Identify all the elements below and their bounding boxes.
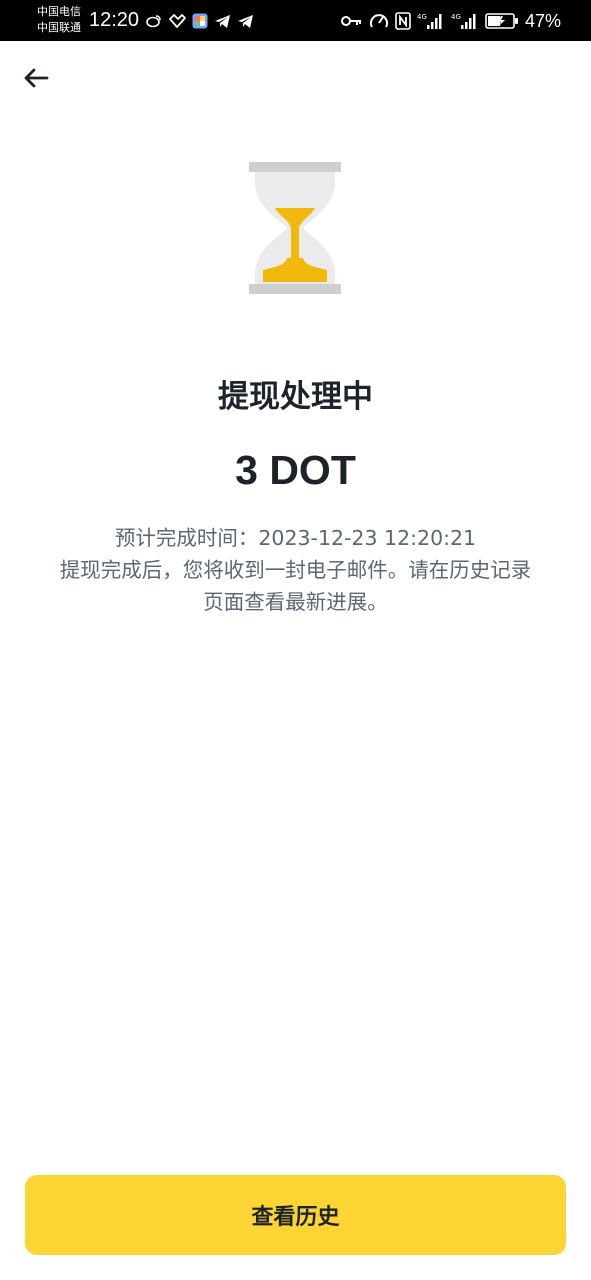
signal-4g-icon: 4G [417,13,442,29]
clock: 12:20 [89,9,140,31]
back-button[interactable] [18,62,54,94]
weibo-icon [146,15,161,28]
withdraw-info: 预计完成时间：2023-12-23 12:20:21 提现完成后，您将收到一封电… [25,522,566,618]
hourglass-icon [249,162,341,294]
view-history-button[interactable]: 查看历史 [25,1175,566,1255]
battery-icon [485,13,518,29]
telegram-icon [238,14,253,28]
estimated-time-value: 2023-12-23 12:20:21 [258,526,477,550]
system-icons: 4G 4G 47% [340,10,561,32]
telegram-icon [215,14,230,28]
withdraw-amount: 3 DOT [235,447,356,493]
estimated-time-label: 预计完成时间： [114,526,259,550]
status-bar: 中国电信 中国联通 12:20 4G 4G 47% [0,0,591,41]
arrow-left-icon [24,68,49,88]
page-title: 提现处理中 [218,379,373,415]
colorful-app-icon [192,13,208,29]
key-icon [340,16,361,26]
carrier-info: 中国电信 中国联通 [37,4,81,36]
carrier-2: 中国联通 [37,21,81,34]
svg-text:4G: 4G [451,13,461,21]
svg-text:4G: 4G [417,13,427,21]
estimated-time-line: 预计完成时间：2023-12-23 12:20:21 [25,522,566,554]
signal-4g-icon: 4G [451,13,476,29]
speed-icon [369,14,388,28]
nfc-icon [395,12,411,30]
notice-line-2: 页面查看最新进展。 [203,590,388,614]
app-icon [169,14,186,28]
notice-line-1: 提现完成后，您将收到一封电子邮件。请在历史记录 [59,558,532,582]
notification-icons [146,12,254,30]
battery-percentage: 47% [524,11,561,31]
carrier-1: 中国电信 [37,5,81,18]
